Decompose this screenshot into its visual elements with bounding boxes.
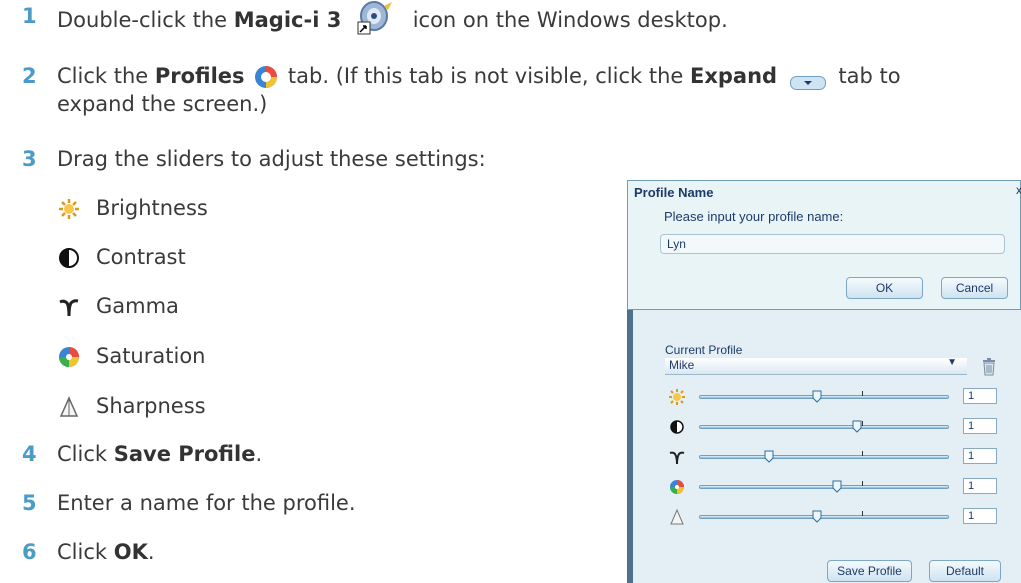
profile-name-input[interactable]: Lyn (660, 234, 1005, 254)
step-number: 4 (22, 442, 37, 466)
dialog-title: Profile Name (634, 185, 714, 200)
slider-knob[interactable] (852, 420, 862, 433)
profiles-tab-name: Profiles (154, 64, 245, 88)
brightness-value[interactable]: 1 (963, 388, 997, 404)
contrast-slider-row: 1 (665, 416, 1010, 438)
profiles-tab-icon (254, 65, 278, 89)
expand-tab-name: Expand (689, 64, 778, 88)
center-tick (862, 391, 863, 396)
gamma-icon (58, 296, 80, 318)
trash-icon[interactable] (982, 358, 996, 376)
current-profile-label: Current Profile (665, 343, 743, 357)
cancel-button[interactable]: Cancel (941, 277, 1008, 299)
step-text: Double-click the (57, 8, 234, 32)
step-number: 1 (22, 4, 37, 28)
step-number: 6 (22, 540, 37, 564)
setting-label: Contrast (96, 245, 186, 269)
app-name: Magic-i 3 (233, 8, 342, 32)
dialog-prompt: Please input your profile name: (664, 209, 844, 224)
setting-label: Gamma (96, 294, 179, 318)
ok-name: OK (113, 540, 148, 564)
slider-knob[interactable] (764, 450, 774, 463)
saturation-icon (669, 479, 685, 495)
sharpness-slider-row: 1 (665, 506, 1010, 528)
brightness-slider-row: 1 (665, 386, 1010, 408)
slider-knob[interactable] (812, 390, 822, 403)
saturation-value[interactable]: 1 (963, 478, 997, 494)
center-tick (862, 421, 863, 426)
step-number: 2 (22, 64, 37, 88)
step-text-end: icon on the Windows desktop. (412, 8, 728, 32)
brightness-icon (669, 389, 685, 405)
brightness-icon (58, 198, 80, 220)
expand-tab-icon (789, 69, 826, 90)
center-tick (862, 511, 863, 516)
saturation-icon (58, 346, 80, 368)
slider-knob[interactable] (812, 510, 822, 523)
gamma-slider[interactable] (699, 451, 949, 459)
contrast-slider[interactable] (699, 421, 949, 429)
center-tick (862, 451, 863, 456)
profile-dialog-screenshot: Profile Name x Please input your profile… (627, 180, 1021, 583)
setting-label: Brightness (96, 196, 208, 220)
gamma-value[interactable]: 1 (963, 448, 997, 464)
chevron-down-icon: ▼ (947, 357, 957, 368)
ok-button[interactable]: OK (846, 277, 923, 299)
sharpness-slider[interactable] (699, 511, 949, 519)
save-profile-button[interactable]: Save Profile (827, 560, 912, 582)
saturation-slider-row: 1 (665, 476, 1010, 498)
brightness-slider[interactable] (699, 391, 949, 399)
save-profile-name: Save Profile (113, 442, 256, 466)
step-text-continued: expand the screen.) (57, 92, 268, 116)
sharpness-icon (669, 508, 685, 525)
contrast-value[interactable]: 1 (963, 418, 997, 434)
step-number: 3 (22, 147, 37, 171)
profile-name-dialog: Profile Name x Please input your profile… (627, 180, 1021, 310)
profile-panel: Current Profile Mike ▼ 1 1 1 1 1 Save Pr… (633, 310, 1021, 583)
center-tick (862, 481, 863, 486)
setting-label: Saturation (96, 344, 206, 368)
close-button[interactable]: x (1016, 183, 1021, 197)
saturation-slider[interactable] (699, 481, 949, 489)
gamma-slider-row: 1 (665, 446, 1010, 468)
contrast-icon (58, 247, 80, 269)
contrast-icon (669, 419, 685, 435)
slider-knob[interactable] (832, 480, 842, 493)
current-profile-value: Mike (669, 358, 695, 372)
current-profile-select[interactable]: Mike ▼ (665, 357, 967, 375)
step-text: Drag the sliders to adjust these setting… (57, 147, 486, 171)
default-button[interactable]: Default (929, 560, 1001, 582)
magic-i-app-icon (354, 0, 400, 36)
setting-label: Sharpness (96, 394, 206, 418)
sharpness-value[interactable]: 1 (963, 508, 997, 524)
step-text: Enter a name for the profile. (57, 491, 356, 515)
gamma-icon (669, 449, 685, 465)
step-number: 5 (22, 491, 37, 515)
sharpness-icon (58, 396, 80, 418)
